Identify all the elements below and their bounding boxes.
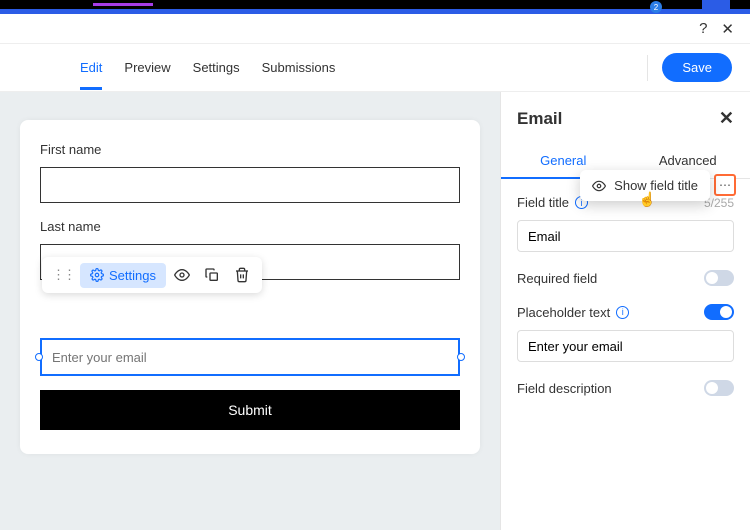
sidebar-body: Field title i 5/255 Required field Place…	[501, 179, 750, 422]
sidebar-close-icon[interactable]: ✕	[719, 108, 734, 129]
tab-settings[interactable]: Settings	[193, 46, 240, 89]
placeholder-label: Placeholder text i	[517, 305, 629, 320]
email-input[interactable]	[40, 338, 460, 376]
first-name-input[interactable]	[40, 167, 460, 203]
field-title-input[interactable]	[517, 220, 734, 252]
info-icon[interactable]: i	[616, 306, 629, 319]
tab-edit[interactable]: Edit	[80, 46, 102, 89]
trash-icon	[234, 267, 250, 283]
field-title-label: Field title i	[517, 195, 588, 210]
popover-label: Show field title	[614, 178, 698, 193]
header-bar: ? ✕	[0, 14, 750, 44]
help-icon[interactable]: ?	[699, 20, 707, 37]
required-label: Required field	[517, 271, 597, 286]
sidebar-title: Email	[517, 109, 562, 129]
blue-bar	[0, 9, 750, 14]
field-widget-bar: ⋮⋮ Settings	[42, 257, 262, 293]
eye-icon	[174, 267, 190, 283]
drag-handle-icon[interactable]: ⋮⋮	[48, 267, 78, 283]
app-topbar: 2	[0, 0, 750, 14]
form-card: First name Last name ⋮⋮ Settings	[20, 120, 480, 454]
toolbar: Edit Preview Settings Submissions Save	[0, 44, 750, 92]
duplicate-button[interactable]	[198, 261, 226, 289]
resize-handle-right[interactable]	[457, 353, 465, 361]
last-name-label: Last name	[40, 219, 460, 234]
placeholder-row: Placeholder text i	[517, 304, 734, 320]
properties-sidebar: Email ✕ General Advanced Field title i 5…	[500, 92, 750, 530]
first-name-label: First name	[40, 142, 460, 157]
accent-bar	[93, 3, 153, 6]
tab-submissions[interactable]: Submissions	[262, 46, 336, 89]
required-row: Required field	[517, 270, 734, 286]
field-email[interactable]	[40, 338, 460, 376]
show-field-title-popover[interactable]: Show field title	[580, 170, 710, 201]
placeholder-input[interactable]	[517, 330, 734, 362]
toolbar-tabs: Edit Preview Settings Submissions	[80, 46, 335, 89]
submit-button[interactable]: Submit	[40, 390, 460, 430]
save-button[interactable]: Save	[662, 53, 732, 82]
form-canvas[interactable]: First name Last name ⋮⋮ Settings	[0, 92, 500, 530]
notification-badge[interactable]: 2	[650, 1, 662, 13]
widget-settings-label: Settings	[109, 268, 156, 283]
more-options-button[interactable]: ⋯	[714, 174, 736, 196]
description-row: Field description	[517, 380, 734, 396]
tab-preview[interactable]: Preview	[124, 46, 170, 89]
field-first-name: First name	[40, 142, 460, 203]
resize-handle-left[interactable]	[35, 353, 43, 361]
close-icon[interactable]: ✕	[721, 20, 734, 38]
delete-button[interactable]	[228, 261, 256, 289]
preview-button[interactable]	[168, 261, 196, 289]
gear-icon	[90, 268, 104, 282]
required-toggle[interactable]	[704, 270, 734, 286]
sidebar-header: Email ✕	[501, 108, 750, 143]
description-toggle[interactable]	[704, 380, 734, 396]
main-area: First name Last name ⋮⋮ Settings	[0, 92, 750, 530]
copy-icon	[204, 267, 220, 283]
widget-settings-button[interactable]: Settings	[80, 263, 166, 288]
description-label: Field description	[517, 381, 612, 396]
toolbar-divider	[647, 55, 648, 81]
topbar-right-block	[702, 0, 730, 14]
eye-icon	[592, 179, 606, 193]
placeholder-toggle[interactable]	[704, 304, 734, 320]
